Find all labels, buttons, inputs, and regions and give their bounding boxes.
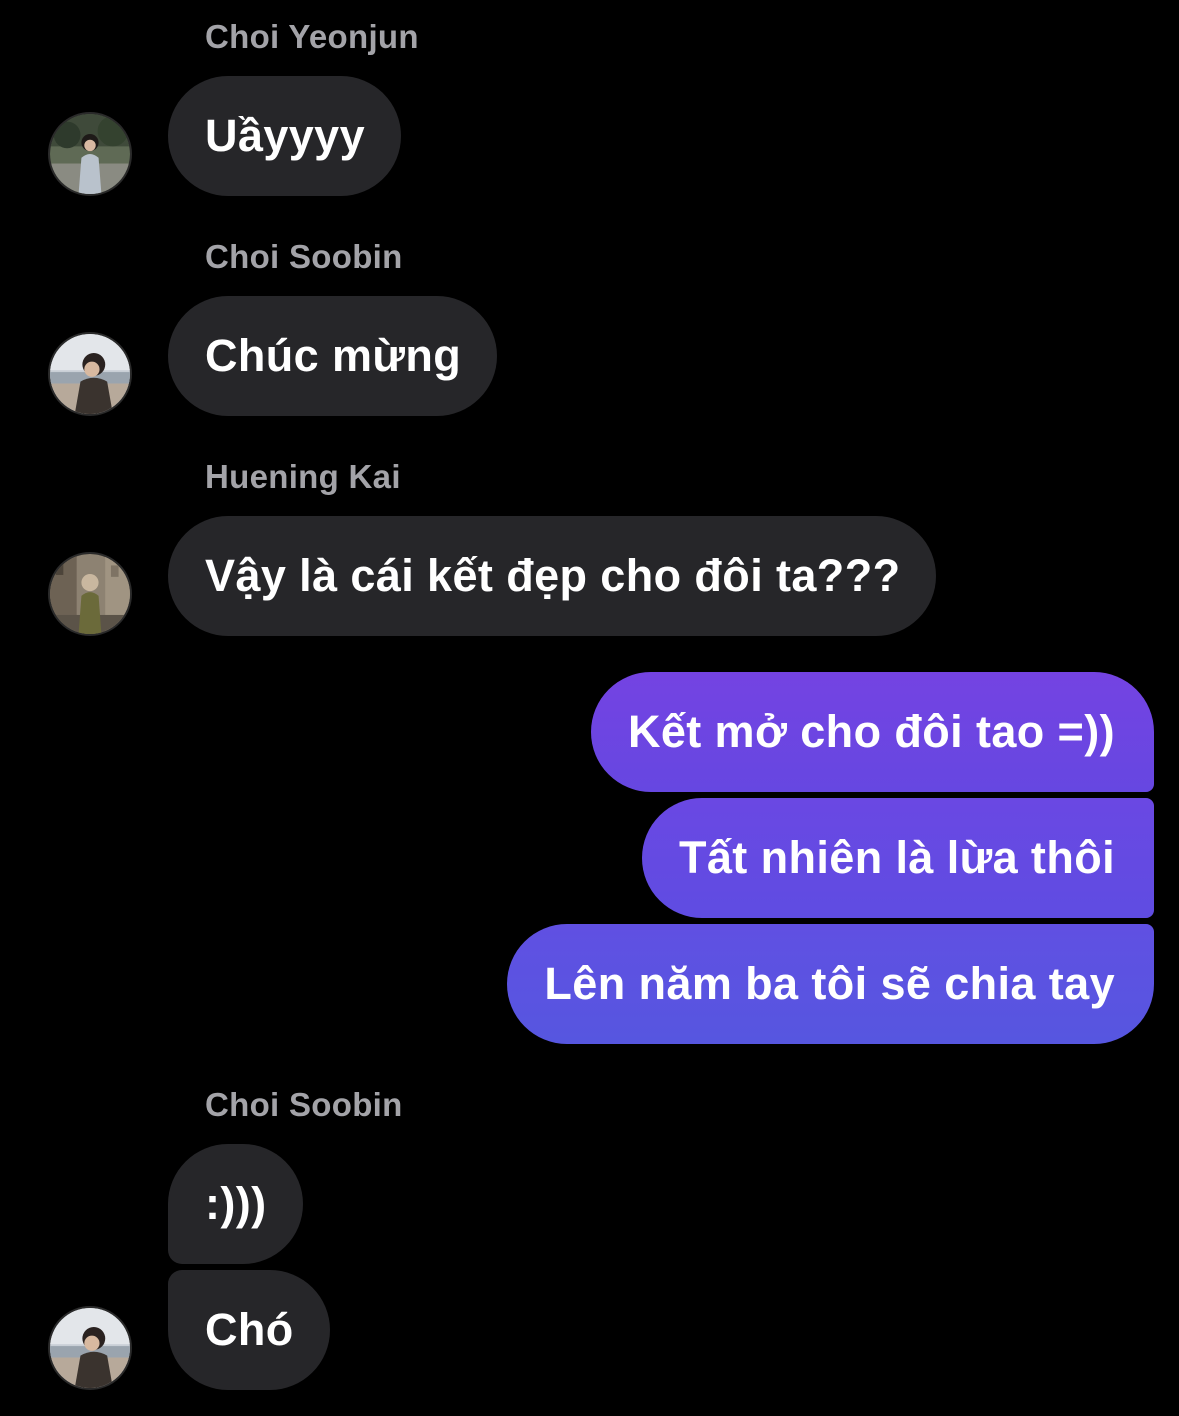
message-bubble-incoming[interactable]: Vậy là cái kết đẹp cho đôi ta???: [168, 516, 937, 636]
avatar-huening-kai[interactable]: [48, 552, 132, 636]
message-bubble-outgoing[interactable]: Kết mở cho đôi tao =)): [590, 672, 1154, 792]
message-bubble-incoming[interactable]: Chúc mừng: [168, 296, 498, 416]
avatar-photo-icon: [50, 334, 130, 414]
avatar-photo-icon: [50, 1308, 130, 1388]
message-bubble-outgoing[interactable]: Lên năm ba tôi sẽ chia tay: [507, 924, 1154, 1044]
message-bubble-incoming[interactable]: Uầyyyy: [168, 76, 402, 196]
sender-name: Choi Soobin: [205, 238, 403, 275]
avatar-photo-icon: [50, 114, 130, 194]
message-bubble-incoming[interactable]: Chó: [168, 1270, 330, 1390]
avatar-photo-icon: [50, 554, 130, 634]
avatar-choi-soobin[interactable]: [48, 1306, 132, 1390]
message-bubble-outgoing[interactable]: Tất nhiên là lừa thôi: [641, 798, 1154, 918]
avatar-choi-yeonjun[interactable]: [48, 112, 132, 196]
message-bubble-incoming[interactable]: :))): [168, 1144, 303, 1264]
avatar-choi-soobin[interactable]: [48, 332, 132, 416]
sender-name: Choi Yeonjun: [205, 18, 419, 55]
sender-name: Huening Kai: [205, 458, 401, 495]
sender-name: Choi Soobin: [205, 1086, 403, 1123]
